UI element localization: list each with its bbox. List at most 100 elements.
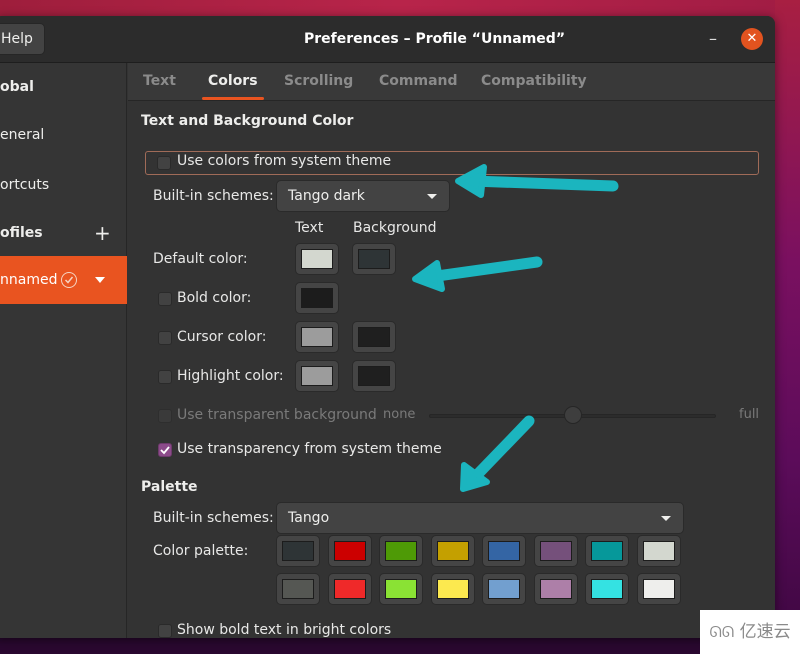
bold-bright-checkbox[interactable] [158,624,172,638]
sidebar-item-label: obal [0,79,34,95]
palette-color-7-button[interactable] [636,535,681,567]
close-icon: ✕ [746,31,758,46]
cursor-color-checkbox[interactable] [158,331,172,345]
swatch-fill [301,249,333,269]
swatch-fill [539,579,572,599]
palette-color-11-button[interactable] [430,573,475,605]
palette-color-13-button[interactable] [533,573,578,605]
slider-max-label: full [739,407,760,422]
default-profile-check-icon [61,272,77,288]
palette-color-5-button[interactable] [533,535,578,567]
swatch-fill [282,541,314,561]
palette-color-6-button[interactable] [585,535,629,567]
background-column-header: Background [353,220,437,236]
sidebar: obal eneral ortcuts ofiles + nnamed [0,63,127,638]
transparent-bg-checkbox[interactable] [158,409,172,423]
desktop-background-bottom [0,638,800,654]
cursor-bg-color-button[interactable] [352,321,396,353]
palette-color-12-button[interactable] [482,573,526,605]
help-button[interactable]: Help [0,23,45,55]
palette-scheme-dropdown[interactable]: Tango [276,502,684,534]
system-transparency-checkbox[interactable] [158,443,172,457]
swatch-fill [333,579,366,599]
swatch-fill [301,327,333,347]
palette-color-4-button[interactable] [482,535,526,567]
palette-color-3-button[interactable] [430,535,475,567]
swatch-fill [488,541,520,561]
minimize-icon: – [709,29,717,48]
tab-scrolling[interactable]: Scrolling [284,63,353,101]
preferences-window: Help Preferences – Profile “Unnamed” – ✕… [0,16,775,638]
sidebar-item-unnamed[interactable]: nnamed [0,256,127,304]
sidebar-item-label: nnamed [0,272,58,288]
color-palette-label: Color palette: [153,543,249,559]
swatch-fill [591,541,623,561]
desktop-background-right [775,0,800,654]
palette-schemes-label: Built-in schemes: [153,510,274,526]
add-profile-icon[interactable]: + [94,209,111,257]
transparency-slider-knob[interactable] [563,406,582,424]
tab-bar: Text Colors Scrolling Command Compatibil… [128,63,775,101]
swatch-fill [642,541,675,561]
sidebar-item-general[interactable]: eneral [0,111,127,159]
close-button[interactable]: ✕ [741,28,763,50]
palette-scheme-value: Tango [288,510,330,526]
sidebar-item-label: ofiles [0,225,43,241]
swatch-fill [385,579,417,599]
swatch-fill [301,366,333,386]
colors-panel: Text and Background Color Use colors fro… [128,102,775,638]
swatch-fill [385,541,417,561]
minimize-button[interactable]: – [702,30,724,50]
chevron-down-icon [661,516,671,521]
swatch-fill [301,288,333,308]
swatch-fill [436,541,469,561]
swatch-fill [539,541,572,561]
palette-color-2-button[interactable] [379,535,423,567]
palette-color-14-button[interactable] [585,573,629,605]
highlight-fg-color-button[interactable] [295,360,339,392]
swatch-fill [358,366,390,386]
palette-color-1-button[interactable] [327,535,372,567]
chevron-down-icon [427,194,437,199]
tab-command[interactable]: Command [379,63,458,101]
bold-bright-label: Show bold text in bright colors [177,622,392,638]
bold-color-checkbox[interactable] [158,292,172,306]
tab-compatibility[interactable]: Compatibility [481,63,587,101]
title-bar[interactable]: Help Preferences – Profile “Unnamed” – ✕ [0,16,775,63]
swatch-fill [642,579,675,599]
highlight-bg-color-button[interactable] [352,360,396,392]
use-system-colors-checkbox[interactable] [157,156,171,170]
window-title: Preferences – Profile “Unnamed” [303,31,566,47]
cloud-logo-icon: ᘏᘏ [709,623,735,641]
text-scheme-dropdown[interactable]: Tango dark [276,180,450,212]
profile-menu-caret-icon[interactable] [95,277,105,283]
palette-color-15-button[interactable] [636,573,681,605]
palette-color-8-button[interactable] [276,573,320,605]
palette-color-0-button[interactable] [276,535,320,567]
swatch-fill [488,579,520,599]
tab-colors[interactable]: Colors [202,63,264,101]
sidebar-item-shortcuts[interactable]: ortcuts [0,161,127,209]
bold-color-label: Bold color: [177,290,252,306]
sidebar-item-global: obal [0,63,127,111]
cursor-color-label: Cursor color: [177,329,267,345]
bold-color-button[interactable] [295,282,339,314]
default-text-color-button[interactable] [295,243,339,275]
palette-section-title: Palette [141,479,198,495]
highlight-color-label: Highlight color: [177,368,284,384]
default-color-label: Default color: [153,251,248,267]
tab-text[interactable]: Text [143,63,176,101]
sidebar-item-label: eneral [0,127,45,143]
checkmark-icon [160,446,170,455]
cursor-fg-color-button[interactable] [295,321,339,353]
palette-color-10-button[interactable] [379,573,423,605]
builtin-schemes-label: Built-in schemes: [153,188,274,204]
highlight-color-checkbox[interactable] [158,370,172,384]
palette-color-9-button[interactable] [327,573,372,605]
watermark: ᘏᘏ 亿速云 [700,610,800,654]
default-bg-color-button[interactable] [352,243,396,275]
text-scheme-value: Tango dark [288,188,365,204]
text-column-header: Text [295,220,324,236]
watermark-text: 亿速云 [739,622,791,642]
use-system-colors-label: Use colors from system theme [177,153,392,169]
